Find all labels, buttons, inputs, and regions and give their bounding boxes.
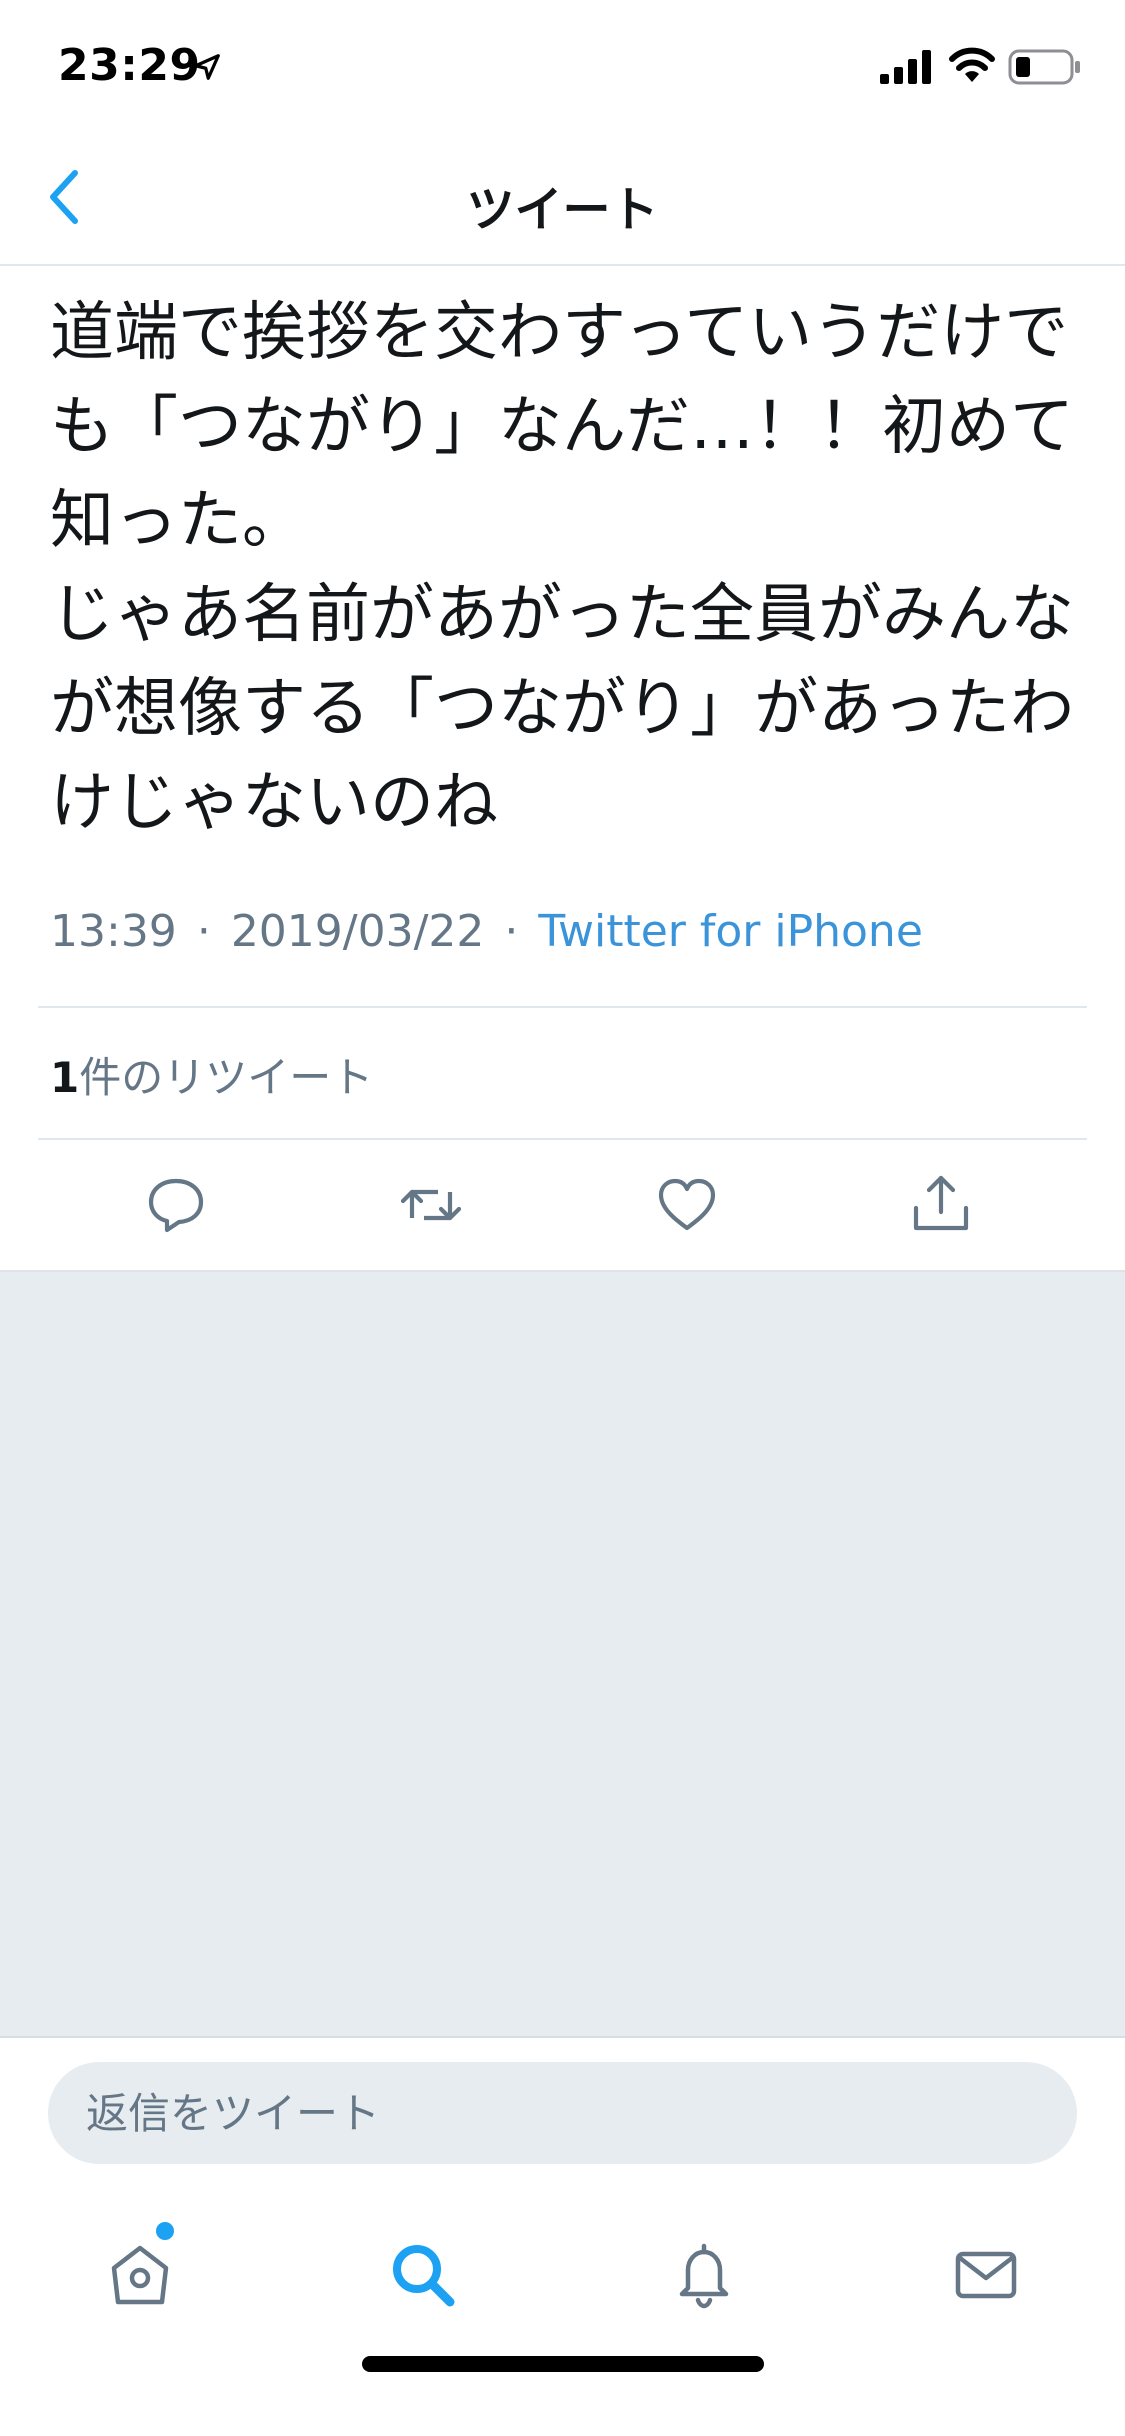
- tweet-date: 2019/03/22: [230, 906, 485, 957]
- share-icon[interactable]: [908, 1172, 974, 1238]
- search-icon[interactable]: [386, 2238, 458, 2310]
- navigation-bar: ツイート: [0, 132, 1125, 266]
- tweet-source-link[interactable]: Twitter for iPhone: [538, 906, 922, 957]
- location-arrow-icon: [194, 54, 220, 80]
- notifications-icon[interactable]: [668, 2238, 740, 2310]
- like-icon[interactable]: [654, 1172, 720, 1238]
- retweet-count: 1: [50, 1053, 80, 1102]
- messages-icon[interactable]: [950, 2238, 1022, 2310]
- tweet-time: 13:39: [50, 906, 177, 957]
- meta-separator: ·: [504, 906, 519, 957]
- meta-separator: ·: [196, 906, 211, 957]
- retweet-label: 件のリツイート: [79, 1053, 374, 1102]
- status-time: 23:29: [58, 40, 201, 91]
- reply-icon[interactable]: [143, 1172, 209, 1238]
- page-title: ツイート: [466, 182, 659, 238]
- home-indicator: [362, 2356, 764, 2372]
- tweet-text: 道端で挨拶を交わすっていうだけでも「つながり」なんだ…！！初めて知った。 じゃあ…: [50, 296, 1074, 840]
- divider: [38, 1006, 1087, 1008]
- reply-input[interactable]: [48, 2062, 1077, 2164]
- retweet-icon[interactable]: [398, 1172, 464, 1238]
- tweet-meta: 13:39 · 2019/03/22 · Twitter for iPhone: [50, 906, 923, 957]
- status-bar: 23:29: [0, 0, 1125, 132]
- empty-replies-area: [0, 1270, 1125, 2036]
- cellular-signal-icon: [880, 50, 931, 84]
- divider: [38, 1138, 1087, 1140]
- wifi-icon: [949, 47, 995, 82]
- home-icon[interactable]: [104, 2238, 176, 2310]
- bottom-panel: [0, 2036, 1125, 2436]
- retweet-count-row[interactable]: 1件のリツイート: [50, 1044, 373, 1105]
- battery-icon: [1008, 49, 1080, 85]
